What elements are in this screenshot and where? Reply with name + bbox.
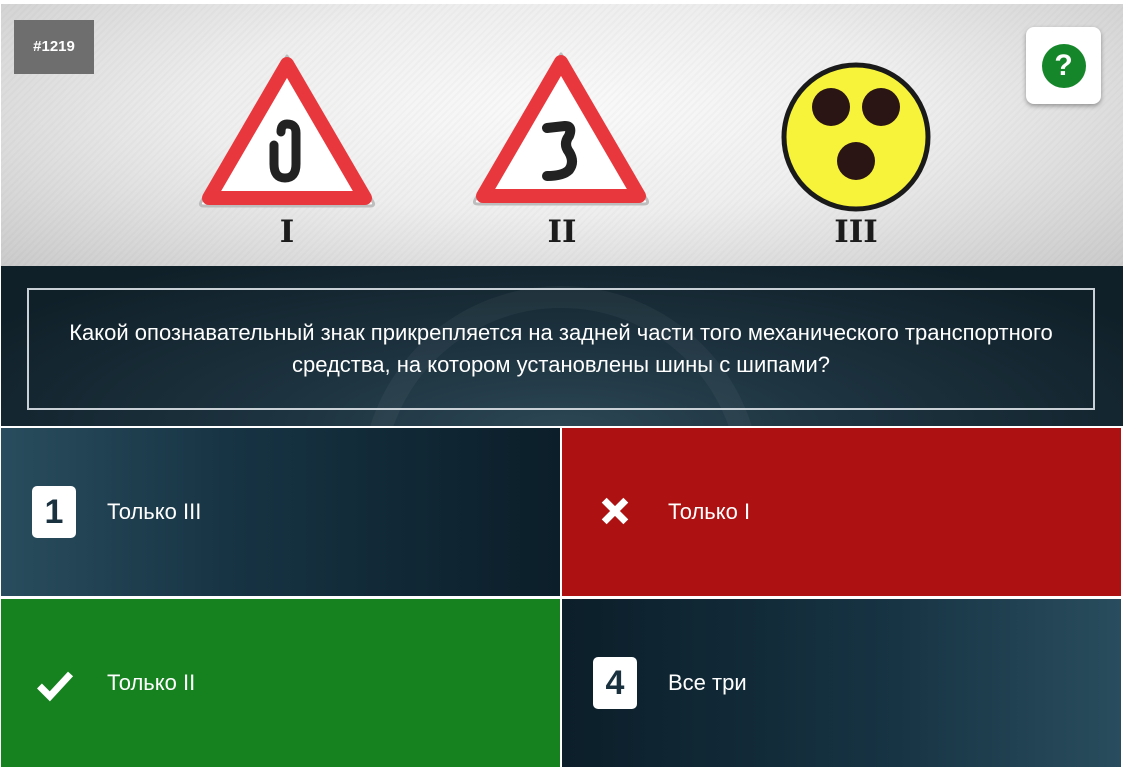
answer-text: Только I [668,499,751,524]
sign-label-1: I [279,214,295,250]
answer-text: Только III [107,499,202,524]
quiz-card: #1219 I II III ? Какой опознавательный з… [1,4,1123,772]
help-button[interactable]: ? [1026,27,1101,104]
question-icon: ? [1041,43,1086,88]
answer-number-badge: 4 [593,657,637,709]
question-text: Какой опознавательный знак прикрепляется… [69,320,1053,377]
warning-triangle-hook-icon [198,54,376,208]
answer-text: Только II [107,670,196,695]
cross-icon [601,497,629,525]
yellow-circle-three-dots-icon [781,62,931,212]
question-image: #1219 I II III ? [1,4,1123,266]
answer-option-4[interactable]: 4 Все три [562,599,1121,767]
question-box: Какой опознавательный знак прикрепляется… [27,288,1095,410]
answer-option-2[interactable]: Только I [562,428,1121,596]
checkmark-icon [37,671,74,702]
sign-label-2: II [547,214,577,250]
answer-option-3[interactable]: Только II [1,599,560,767]
sign-label-3: III [834,214,878,250]
warning-triangle-curved-hook-icon [472,52,650,206]
answer-text: Все три [668,670,747,695]
question-id-badge: #1219 [14,20,94,74]
answer-option-1[interactable]: 1 Только III [1,428,560,596]
answer-number-badge: 1 [32,486,76,538]
question-banner: Какой опознавательный знак прикрепляется… [1,266,1123,426]
